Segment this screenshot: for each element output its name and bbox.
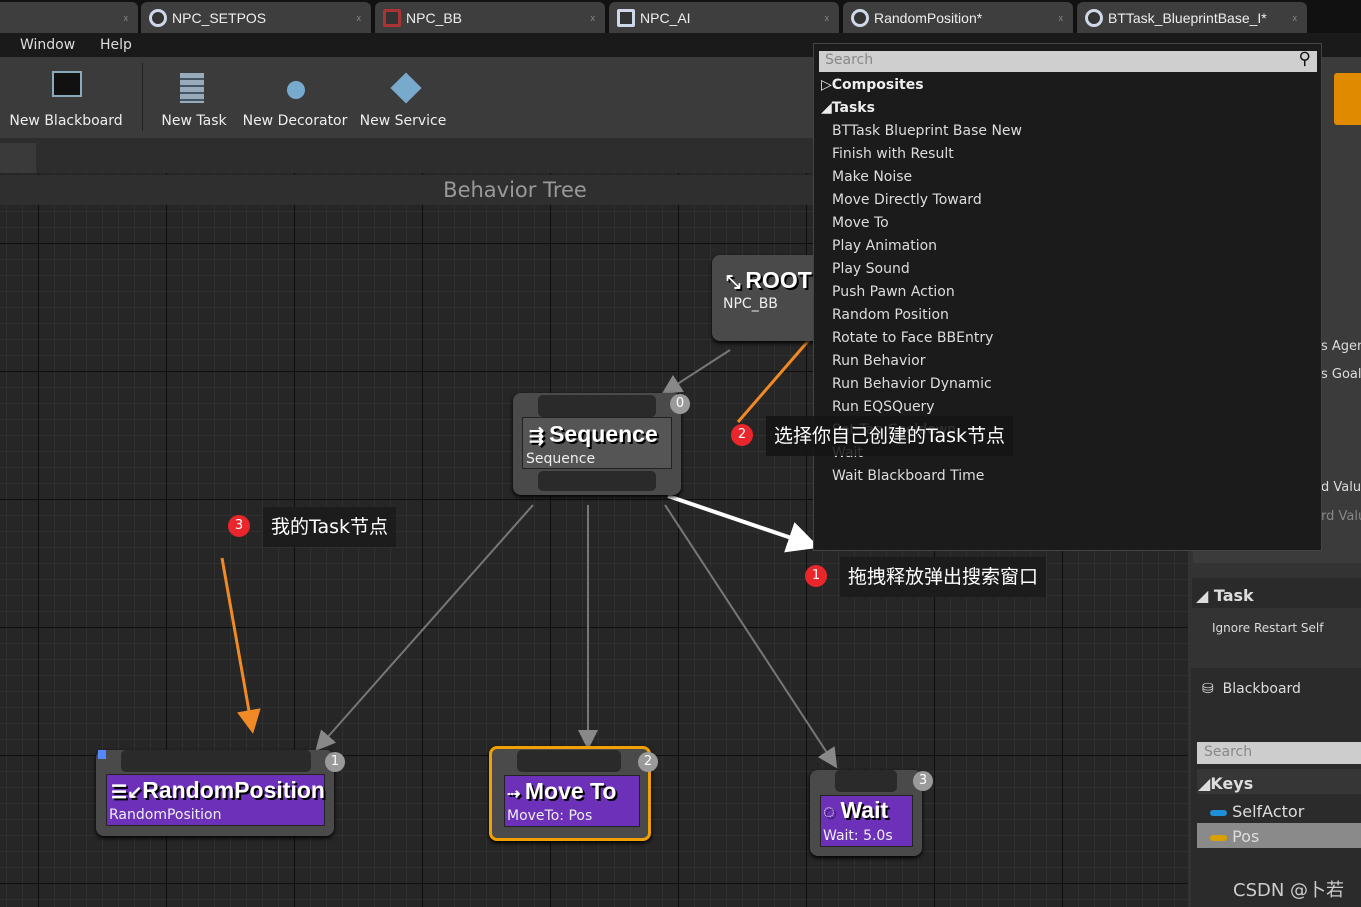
wait-node[interactable]: ◌ Wait Wait: 5.0s 3: [810, 770, 933, 856]
annotation-callout-2: 选择你自己创建的Task节点: [766, 416, 1014, 456]
key-selfactor[interactable]: SelfActor: [1210, 802, 1304, 821]
sequence-icon: ⇶: [529, 426, 550, 446]
popup-item[interactable]: Rotate to Face BBEntry: [832, 330, 993, 346]
moveto-node[interactable]: ⇢ Move To MoveTo: Pos 2: [489, 746, 658, 841]
breakpoint-marker-icon: [98, 750, 106, 759]
popup-item[interactable]: BTTask Blueprint Base New: [832, 123, 1022, 139]
key-pos[interactable]: Pos: [1210, 827, 1259, 846]
wait-clock-icon: ◌: [823, 801, 841, 823]
popup-item[interactable]: Run Behavior: [832, 353, 925, 369]
popup-item[interactable]: Wait Blackboard Time: [832, 468, 984, 484]
annotation-badge-1: 1: [805, 565, 827, 587]
annotation-badge-2: 2: [731, 424, 753, 446]
popup-item[interactable]: Make Noise: [832, 169, 912, 185]
category-composites[interactable]: ▷Composites: [821, 77, 924, 93]
blackboard-tab[interactable]: ⛁ Blackboard: [1202, 681, 1301, 697]
popup-item[interactable]: Run EQSQuery: [832, 399, 935, 415]
drag-wire: [667, 494, 820, 553]
popup-item[interactable]: Run Behavior Dynamic: [832, 376, 992, 392]
search-icon: ⚲: [1298, 49, 1311, 69]
popup-item[interactable]: Move To: [832, 215, 889, 231]
vector-key-icon: [1210, 834, 1227, 841]
popup-item[interactable]: Play Sound: [832, 261, 910, 277]
watermark: CSDN @卜若: [1233, 880, 1345, 901]
object-key-icon: [1210, 809, 1227, 816]
root-icon: ⤡: [726, 272, 746, 292]
annotation-callout-1: 拖拽释放弹出搜索窗口: [840, 557, 1047, 597]
randomposition-node[interactable]: ☰↙RandomPosition RandomPosition 1: [96, 750, 345, 836]
annotation-callout-3: 我的Task节点: [263, 507, 397, 547]
task-section-header[interactable]: ◢ Task: [1196, 586, 1254, 605]
connection-root-sequence: [661, 349, 731, 395]
popup-item[interactable]: Random Position: [832, 307, 949, 323]
popup-item[interactable]: Play Animation: [832, 238, 937, 254]
sequence-node[interactable]: ⇶ Sequence Sequence 0: [513, 393, 690, 495]
popup-item[interactable]: Finish with Result: [832, 146, 954, 162]
move-arrow-icon: ⇢: [507, 786, 525, 803]
popup-search-input[interactable]: Search ⚲: [819, 49, 1317, 72]
blackboard-search-input[interactable]: Search: [1197, 742, 1361, 764]
blackboard-icon: ⛁: [1202, 681, 1219, 697]
keys-header[interactable]: ◢Keys: [1198, 774, 1253, 793]
popup-item[interactable]: Move Directly Toward: [832, 192, 982, 208]
execution-index-badge: 0: [670, 394, 690, 414]
category-tasks[interactable]: ◢Tasks: [821, 100, 875, 116]
node-search-popup: Search ⚲ ▷Composites ◢Tasks BTTask Bluepr…: [813, 43, 1322, 551]
annotation-badge-3: 3: [228, 515, 250, 537]
task-icon: ☰↙: [111, 782, 143, 802]
popup-item[interactable]: Push Pawn Action: [832, 284, 955, 300]
annotation-arrow-3: [220, 557, 261, 734]
